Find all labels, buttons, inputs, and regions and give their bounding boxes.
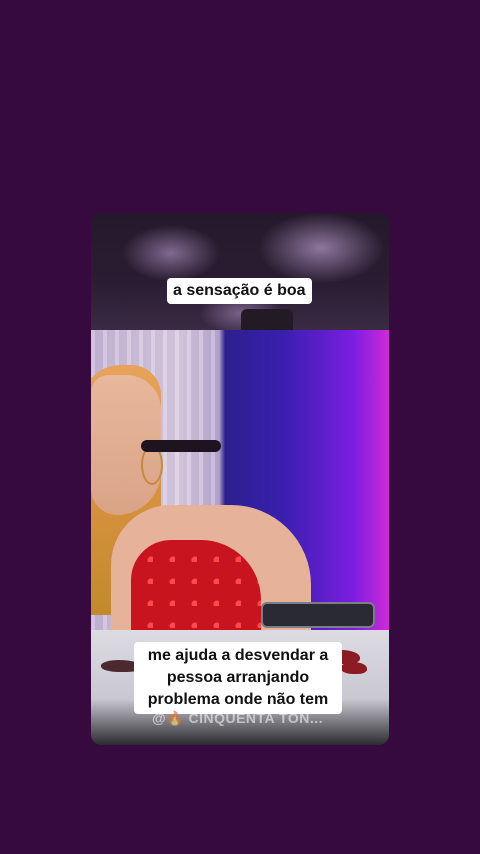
channel-watermark: @🔥 CINQUENTA TON... [152, 710, 323, 726]
screen: a sensação é boa me ajuda a desvendar a … [0, 0, 480, 854]
presenter-figure [91, 365, 311, 635]
caption-bottom-line-2: pessoa arranjando [166, 669, 310, 686]
microphone [141, 440, 221, 452]
caption-bottom: me ajuda a desvendar a pessoa arranjando… [134, 642, 342, 714]
video-frame-studio [91, 330, 389, 635]
caption-bottom-line-3: problema onde não tem [147, 691, 329, 708]
vape-device-image [241, 309, 293, 330]
rose-petal [341, 662, 367, 674]
caption-top: a sensação é boa [167, 278, 312, 304]
caption-bottom-line-1: me ajuda a desvendar a [147, 647, 329, 664]
phone-in-hand [261, 602, 375, 628]
video-frame-smoke [91, 213, 389, 330]
